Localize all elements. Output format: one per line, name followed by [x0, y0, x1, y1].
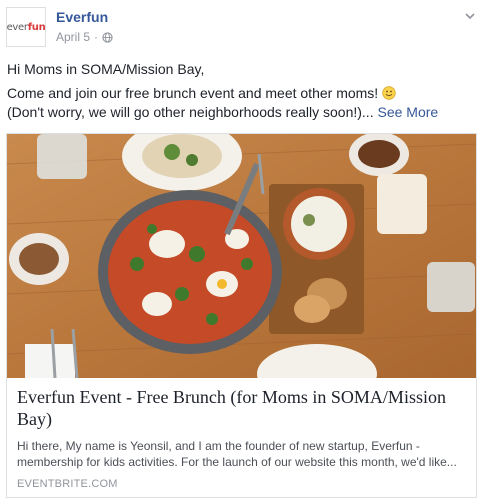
message-line-invite: Come and join our free brunch event and …	[7, 85, 439, 120]
chevron-down-icon[interactable]	[464, 10, 476, 22]
post-date[interactable]: April 5	[56, 30, 90, 44]
link-preview-info[interactable]: Everfun Event - Free Brunch (for Moms in…	[7, 378, 476, 497]
link-domain: EVENTBRITE.COM	[17, 478, 118, 490]
meta-separator: ·	[94, 30, 99, 44]
link-title[interactable]: Everfun Event - Free Brunch (for Moms in…	[17, 386, 457, 430]
see-more-link[interactable]: See More	[377, 104, 438, 120]
message-line-greeting: Hi Moms in SOMA/Mission Bay,	[7, 61, 205, 77]
brunch-photo[interactable]	[7, 134, 476, 378]
post-message: Hi Moms in SOMA/Mission Bay, Come and jo…	[7, 60, 477, 127]
everfun-logo: everfun	[6, 21, 46, 33]
link-description: Hi there, My name is Yeonsil, and I am t…	[17, 439, 457, 469]
globe-icon[interactable]	[102, 31, 113, 43]
brunch-table-illustration	[7, 134, 476, 378]
link-attachment[interactable]: Everfun Event - Free Brunch (for Moms in…	[6, 133, 477, 498]
message-line-note: (Don't worry, we will go other neighborh…	[7, 104, 374, 120]
smiley-emoji-icon	[382, 86, 396, 100]
post-meta: April 5 ·	[56, 30, 113, 44]
page-name-link[interactable]: Everfun	[56, 9, 108, 25]
feed-post: everfun Everfun April 5 · Hi Moms in SOM…	[0, 0, 484, 504]
page-avatar[interactable]: everfun	[6, 7, 46, 47]
